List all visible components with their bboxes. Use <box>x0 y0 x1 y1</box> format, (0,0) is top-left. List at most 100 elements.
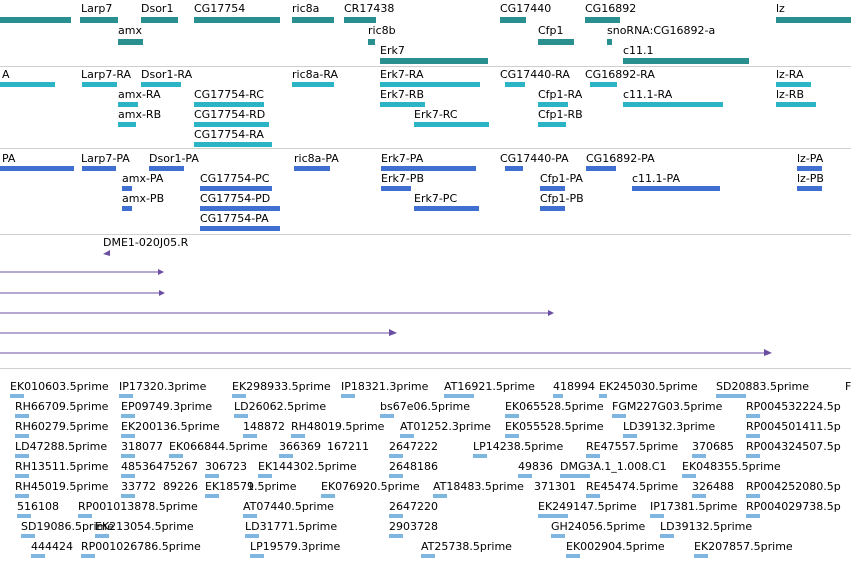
protein-feature[interactable] <box>797 186 822 191</box>
est-feature[interactable] <box>538 514 568 518</box>
est-label[interactable]: EK207857.5prime <box>694 540 793 553</box>
est-feature[interactable] <box>566 554 580 558</box>
est-feature[interactable] <box>291 434 305 438</box>
est-feature[interactable] <box>433 494 447 498</box>
protein-feature[interactable] <box>797 166 822 171</box>
gene-feature[interactable] <box>380 58 488 64</box>
est-feature[interactable] <box>121 434 135 438</box>
protein-feature[interactable] <box>200 186 272 191</box>
est-label[interactable]: 371301 <box>534 480 576 493</box>
est-feature[interactable] <box>400 434 414 438</box>
est-label[interactable]: 167211 <box>327 440 369 453</box>
est-label[interactable]: 485364 <box>121 460 163 473</box>
est-label[interactable]: LD26062.5prime <box>234 400 326 413</box>
est-feature[interactable] <box>121 414 135 418</box>
gene-feature[interactable] <box>118 39 143 45</box>
est-feature[interactable] <box>243 514 257 518</box>
gene-label-snorna[interactable]: snoRNA:CG16892-a <box>607 24 715 37</box>
gene-label-ric8b[interactable]: ric8b <box>368 24 396 37</box>
transcript-feature[interactable] <box>118 122 136 127</box>
est-feature[interactable] <box>380 414 394 418</box>
est-label[interactable]: IP17381.5prime <box>650 500 737 513</box>
est-label[interactable]: IP17320.3prime <box>119 380 206 393</box>
transcript-feature[interactable] <box>623 102 723 107</box>
protein-label[interactable]: Erk7-PB <box>381 172 424 185</box>
est-label[interactable]: 2648186 <box>389 460 438 473</box>
transcript-feature[interactable] <box>776 82 811 87</box>
gene-feature[interactable] <box>538 39 574 45</box>
est-label[interactable]: EK002904.5prime <box>566 540 665 553</box>
est-feature[interactable] <box>682 474 696 478</box>
est-feature[interactable] <box>17 514 31 518</box>
est-label[interactable]: 444424 <box>31 540 73 553</box>
est-label[interactable]: RH48019.5prime <box>291 420 384 433</box>
est-feature[interactable] <box>258 474 272 478</box>
est-label[interactable]: RP001013878.5prime <box>78 500 198 513</box>
est-label[interactable]: EK249147.5prime <box>538 500 637 513</box>
est-label[interactable]: bs67e06.5prime <box>380 400 470 413</box>
est-feature[interactable] <box>121 494 135 498</box>
transcript-feature[interactable] <box>776 102 816 107</box>
est-feature[interactable] <box>473 454 487 458</box>
est-feature[interactable] <box>623 434 637 438</box>
protein-label[interactable]: PA <box>2 152 15 165</box>
est-feature[interactable] <box>553 394 563 398</box>
gene-label-erk7[interactable]: Erk7 <box>380 44 405 57</box>
protein-feature[interactable] <box>505 166 523 171</box>
protein-label[interactable]: c11.1-PA <box>632 172 680 185</box>
protein-feature[interactable] <box>82 166 116 171</box>
transcript-feature[interactable] <box>292 82 334 87</box>
est-feature[interactable] <box>279 454 293 458</box>
est-label[interactable]: 2647220 <box>389 500 438 513</box>
est-label[interactable]: LD47288.5prime <box>15 440 107 453</box>
gene-feature[interactable] <box>141 17 178 23</box>
transcript-label[interactable]: A <box>2 68 10 81</box>
transcript-label[interactable]: CG17754-RC <box>194 88 264 101</box>
transcript-feature[interactable] <box>82 82 117 87</box>
est-feature[interactable] <box>746 494 760 498</box>
est-label[interactable]: 516108 <box>17 500 59 513</box>
est-feature[interactable] <box>389 514 403 518</box>
est-label[interactable]: EK245030.5prime <box>599 380 698 393</box>
protein-feature[interactable] <box>586 166 616 171</box>
est-feature[interactable] <box>341 394 355 398</box>
protein-label[interactable]: Cfp1-PA <box>540 172 583 185</box>
gene-feature[interactable] <box>344 17 376 23</box>
transcript-label[interactable]: amx-RA <box>118 88 161 101</box>
est-feature[interactable] <box>31 554 45 558</box>
est-label[interactable]: 370685 <box>692 440 734 453</box>
protein-label[interactable]: lz-PA <box>797 152 823 165</box>
transcript-label[interactable]: lz-RA <box>776 68 804 81</box>
est-label[interactable]: 2647222 <box>389 440 438 453</box>
protein-label[interactable]: Cfp1-PB <box>540 192 584 205</box>
est-label[interactable]: 366369 <box>279 440 321 453</box>
protein-feature[interactable] <box>122 186 132 191</box>
est-feature[interactable] <box>15 434 29 438</box>
transcript-feature[interactable] <box>380 82 480 87</box>
protein-feature[interactable] <box>540 186 565 191</box>
transcript-feature[interactable] <box>538 102 568 107</box>
protein-label[interactable]: Dsor1-PA <box>149 152 199 165</box>
est-label[interactable]: 89226 <box>163 480 198 493</box>
transcript-feature[interactable] <box>0 82 55 87</box>
gene-label-c11-1[interactable]: c11.1 <box>623 44 654 57</box>
protein-feature[interactable] <box>122 206 132 211</box>
protein-label[interactable]: amx-PB <box>122 192 164 205</box>
est-label[interactable]: EK213054.5prime <box>95 520 194 533</box>
est-label[interactable]: EK066844.5prime <box>169 440 268 453</box>
gene-feature[interactable] <box>585 17 620 23</box>
transcript-label[interactable]: CG17754-RA <box>194 128 264 141</box>
est-label[interactable]: RH66709.5prime <box>15 400 108 413</box>
transcript-label[interactable]: CG16892-RA <box>585 68 655 81</box>
est-feature[interactable] <box>421 554 435 558</box>
est-label[interactable]: 33772 <box>121 480 156 493</box>
est-label[interactable]: AT25738.5prime <box>421 540 512 553</box>
est-feature[interactable] <box>121 454 135 458</box>
est-feature[interactable] <box>15 454 29 458</box>
est-feature[interactable] <box>205 474 219 478</box>
gene-feature[interactable] <box>80 17 118 23</box>
est-label[interactable]: F <box>845 380 851 393</box>
gene-feature[interactable] <box>623 58 749 64</box>
gene-feature[interactable] <box>368 39 375 45</box>
est-feature[interactable] <box>245 534 259 538</box>
